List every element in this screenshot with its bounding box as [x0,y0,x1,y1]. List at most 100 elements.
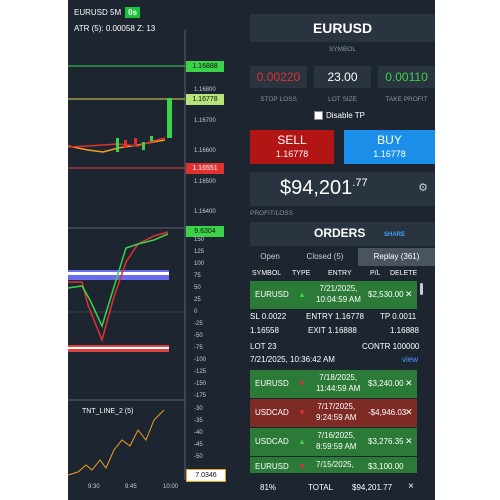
delete-icon[interactable]: ✕ [405,436,413,447]
delete-icon[interactable]: ✕ [405,289,413,300]
order-pl: $3,240.00 [368,379,404,388]
oscillator-value-tag: 9.6304 [186,226,224,237]
sell-price: 1.16778 [275,149,309,159]
share-link[interactable]: SHARE [384,232,405,238]
col-symbol: SYMBOL [252,270,282,277]
detail-sl: SL 0.0022 [250,312,287,321]
total-label: TOTAL [308,483,334,492]
osc-axis-label: -75 [194,345,203,351]
up-arrow-icon: ▲ [298,290,306,299]
order-row[interactable]: USDCAD ▲ 7/16/2025, 8:59:59 AM $3,276.35 … [250,428,417,456]
osc-axis-label: 50 [194,285,201,291]
price-axis-label: 1.16400 [194,209,216,215]
disable-tp-checkbox[interactable]: Disable TP [314,111,365,121]
profit-display: $94,201.77 ⚙ [250,172,435,206]
osc-axis-label: 75 [194,273,201,279]
osc-axis-label: 150 [194,237,205,243]
profit-main: $94,201 [280,177,353,199]
tab-closed[interactable]: Closed (5) [296,248,354,266]
order-date: 7/15/2025, [316,460,354,469]
order-date: 7/21/2025, 10:04:59 AM [316,284,361,304]
target-price-tag: 1.16888 [186,61,224,72]
countdown-badge: 0s [125,7,141,18]
detail-lot: LOT 23 [250,342,277,351]
symbol-timeframe: EURUSD 5M [74,8,122,17]
total-value: $94,201.77 [352,483,393,492]
orders-scrollbar[interactable] [420,283,423,295]
symbol-label: SYMBOL [328,46,357,53]
orders-title: ORDERS [314,226,366,240]
col-type: TYPE [292,270,311,277]
current-price-tag: 1.16778 [186,94,224,105]
order-pl: $3,276.35 [368,437,404,446]
delete-icon[interactable]: ✕ [405,407,413,418]
lot-size-field[interactable]: 23.00 [314,66,371,88]
sell-label: SELL [277,133,307,147]
take-profit-field[interactable]: 0.00110 [378,66,435,88]
symbol-field[interactable]: EURUSD [250,14,435,42]
detail-contract: CONTR 100000 [362,342,420,351]
checkbox-box[interactable] [314,111,323,121]
price-axis-label: 1.16800 [194,87,216,93]
col-pl: P/L [370,270,381,277]
chart-panel[interactable]: EURUSD 5M 0s ATR (5): 0.00058 Z: 13 1.168… [68,0,243,500]
order-symbol: USDCAD [255,408,289,417]
osc-axis-label: -125 [194,369,207,375]
order-date: 7/17/2025, 9:24:59 AM [316,402,357,422]
gear-icon[interactable]: ⚙ [417,182,429,194]
trade-panel: EURUSD SYMBOL 0.00220 23.00 0.00110 STOP… [250,0,435,500]
ind-axis-label: -50 [194,454,203,460]
buy-button[interactable]: BUY 1.16778 [344,130,435,164]
delete-icon[interactable]: ✕ [405,378,413,389]
chart-canvas [68,30,186,480]
view-link[interactable]: view [402,355,418,364]
order-pl: -$4,946.03 [368,408,407,417]
orders-footer: 81% TOTAL $94,201.77 × [250,478,435,496]
col-delete: DELETE [390,270,418,277]
order-date: 7/18/2025, 11:44:59 AM [316,373,361,393]
order-symbol: EURUSD [255,379,289,388]
ind-axis-label: -35 [194,418,203,424]
tab-open[interactable]: Open [250,248,290,266]
order-row[interactable]: EURUSD ▲ 7/21/2025, 10:04:59 AM $2,530.00… [250,281,417,309]
stop-loss-field[interactable]: 0.00220 [250,66,307,88]
chart-header: EURUSD 5M 0s [74,7,141,18]
stop-price-tag: 1.16551 [186,163,224,174]
order-date: 7/16/2025, 8:59:59 AM [316,431,357,451]
osc-axis-label: -100 [194,357,207,363]
order-detail: SL 0.0022 ENTRY 1.16778 TP 0.0011 1.1655… [250,310,425,370]
stop-loss-label: STOP LOSS [260,96,297,103]
ind-axis-label: -45 [194,442,203,448]
col-entry: ENTRY [328,270,352,277]
atr-readout: ATR (5): 0.00058 Z: 13 [74,24,156,33]
order-symbol: USDCAD [255,437,289,446]
tab-replay[interactable]: Replay (361) [358,248,435,266]
down-arrow-icon: ▼ [298,379,306,388]
sell-button[interactable]: SELL 1.16778 [250,130,334,164]
detail-tp-price: 1.16888 [390,326,419,335]
buy-price: 1.16778 [373,149,406,159]
ind-axis-label: -40 [194,430,203,436]
detail-entry: ENTRY 1.16778 [306,312,364,321]
osc-axis-label: -175 [194,393,207,399]
order-pl: $2,530.00 [368,290,404,299]
profit-label: PROFIT/LOSS [250,210,293,217]
order-symbol: EURUSD [255,290,289,299]
trading-app: EURUSD 5M 0s ATR (5): 0.00058 Z: 13 1.168… [68,0,435,500]
close-icon[interactable]: × [408,481,414,492]
indicator-name: TNT_LINE_2 (5) [82,408,134,415]
detail-exit: EXIT 1.16888 [308,326,357,335]
order-row[interactable]: USDCAD ▼ 7/17/2025, 9:24:59 AM -$4,946.03… [250,399,417,427]
osc-axis-label: 0 [194,309,198,315]
take-profit-label: TAKE PROFIT [385,96,428,103]
up-arrow-icon: ▲ [298,437,306,446]
order-row[interactable]: EURUSD ▼ 7/18/2025, 11:44:59 AM $3,240.00… [250,370,417,398]
order-row[interactable]: EURUSD ▼ 7/15/2025, $3,100.00 [250,457,417,473]
osc-axis-label: -50 [194,333,203,339]
detail-sl-price: 1.16558 [250,326,279,335]
osc-axis-label: -25 [194,321,203,327]
osc-axis-label: -150 [194,381,207,387]
orders-tabs: Open Closed (5) Replay (361) [250,248,435,266]
ind-axis-label: -30 [194,406,203,412]
order-pl: $3,100.00 [368,462,404,471]
